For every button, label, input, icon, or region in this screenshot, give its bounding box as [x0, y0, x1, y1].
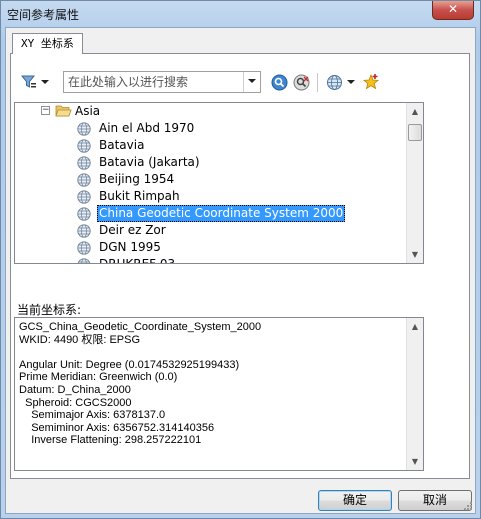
globe-icon [326, 74, 342, 90]
tree-item[interactable]: DGN 1995 [15, 239, 405, 256]
filter-icon [20, 75, 36, 88]
globe-icon [77, 241, 91, 255]
tab-xy-coordinate-system[interactable]: XY 坐标系 [12, 33, 83, 54]
tree-item-label: Deir ez Zor [99, 223, 166, 237]
globe-icon [77, 224, 91, 238]
add-coordinate-system-menu[interactable] [323, 71, 357, 93]
current-coordinate-system-label: 当前坐标系: [17, 303, 82, 317]
toolbar: 在此处输入以进行搜索 [11, 54, 469, 93]
detail-line: Spheroid: CGCS2000 [19, 396, 132, 409]
tree-item-label: Batavia (Jakarta) [99, 155, 200, 169]
collapse-toggle[interactable]: − [41, 106, 50, 115]
clear-search-button[interactable] [291, 71, 311, 93]
resize-grip-icon[interactable] [463, 501, 473, 511]
tab-panel: 在此处输入以进行搜索 − Asia Ain el Abd 1970 Batavi… [10, 53, 470, 479]
tree-item[interactable]: Ain el Abd 1970 [15, 120, 405, 137]
chevron-down-icon [248, 79, 256, 83]
star-add-icon [362, 73, 379, 89]
dialog-window: 空间参考属性 ✕ XY 坐标系 在此处输入以进行搜索 − Asia Ain el… [0, 0, 481, 519]
globe-icon [77, 173, 91, 187]
scroll-down-arrow[interactable]: ▼ [407, 246, 423, 263]
globe-icon [77, 258, 91, 263]
folder-open-icon [55, 105, 72, 117]
tree-item[interactable]: Batavia [15, 137, 405, 154]
tree-node-asia[interactable]: − Asia [15, 103, 405, 120]
clear-search-icon [293, 74, 309, 90]
search-button[interactable] [269, 71, 289, 93]
scroll-up-arrow[interactable]: ▲ [407, 318, 423, 335]
dialog-client: XY 坐标系 在此处输入以进行搜索 − Asia Ain el Abd 1970… [5, 27, 476, 514]
detail-line: WKID: 4490 权限: EPSG [19, 333, 141, 346]
tree-item-label: DRUKREF 03 [99, 257, 176, 264]
coordinate-system-tree[interactable]: − Asia Ain el Abd 1970 Batavia Batavia (Ja… [14, 102, 424, 264]
details-text: GCS_China_Geodetic_Coordinate_System_200… [19, 321, 404, 447]
search-history-dropdown[interactable] [243, 72, 260, 92]
search-placeholder: 在此处输入以进行搜索 [68, 75, 189, 89]
chevron-down-icon [40, 80, 49, 84]
tree-item-label: DGN 1995 [99, 240, 161, 254]
search-input[interactable]: 在此处输入以进行搜索 [63, 71, 261, 93]
toolbar-separator [317, 73, 318, 92]
close-button[interactable]: ✕ [432, 1, 474, 20]
tree-node-label: Asia [75, 104, 101, 118]
tree-item-label: Beijing 1954 [99, 172, 175, 186]
scroll-thumb[interactable] [408, 124, 422, 141]
globe-icon [77, 122, 91, 136]
details-scrollbar[interactable]: ▲ ▼ [406, 318, 423, 470]
tree-item[interactable]: Batavia (Jakarta) [15, 154, 405, 171]
ok-button[interactable]: 确定 [318, 490, 392, 511]
detail-line: GCS_China_Geodetic_Coordinate_System_200… [19, 321, 262, 333]
tree-item-label: Ain el Abd 1970 [99, 121, 195, 135]
detail-line: Prime Meridian: Greenwich (0.0) [19, 371, 178, 384]
tree-scrollbar[interactable]: ▲ ▼ [406, 103, 423, 263]
tree-item-label: Batavia [99, 138, 145, 152]
tree-item-label: China Geodetic Coordinate System 2000 [97, 205, 346, 222]
filter-button[interactable] [17, 71, 51, 93]
chevron-down-icon [346, 80, 355, 84]
title-bar[interactable]: 空间参考属性 ✕ [1, 1, 480, 27]
tree-item[interactable]: Deir ez Zor [15, 222, 405, 239]
scroll-up-arrow[interactable]: ▲ [407, 103, 423, 120]
detail-line: Inverse Flattening: 298.257222101 [19, 434, 202, 447]
window-title: 空间参考属性 [7, 8, 80, 22]
tree-item[interactable]: Bukit Rimpah [15, 188, 405, 205]
detail-line: Semiminor Axis: 6356752.314140356 [19, 421, 215, 434]
tree-item[interactable]: China Geodetic Coordinate System 2000 [15, 205, 405, 222]
detail-line: Angular Unit: Degree (0.0174532925199433… [19, 358, 240, 371]
globe-icon [77, 156, 91, 170]
globe-icon [77, 139, 91, 153]
detail-line: Semimajor Axis: 6378137.0 [19, 409, 166, 422]
cancel-button[interactable]: 取消 [398, 490, 472, 511]
detail-line [19, 346, 404, 359]
globe-icon [77, 190, 91, 204]
globe-icon [77, 207, 91, 221]
coordinate-system-details[interactable]: GCS_China_Geodetic_Coordinate_System_200… [14, 317, 424, 471]
scroll-down-arrow[interactable]: ▼ [407, 453, 423, 470]
add-to-favorites-button[interactable] [361, 70, 381, 92]
tree-item-label: Bukit Rimpah [99, 189, 180, 203]
search-icon [271, 74, 287, 90]
tree-item[interactable]: DRUKREF 03 [15, 256, 405, 264]
detail-line: Datum: D_China_2000 [19, 383, 131, 396]
tree-item[interactable]: Beijing 1954 [15, 171, 405, 188]
